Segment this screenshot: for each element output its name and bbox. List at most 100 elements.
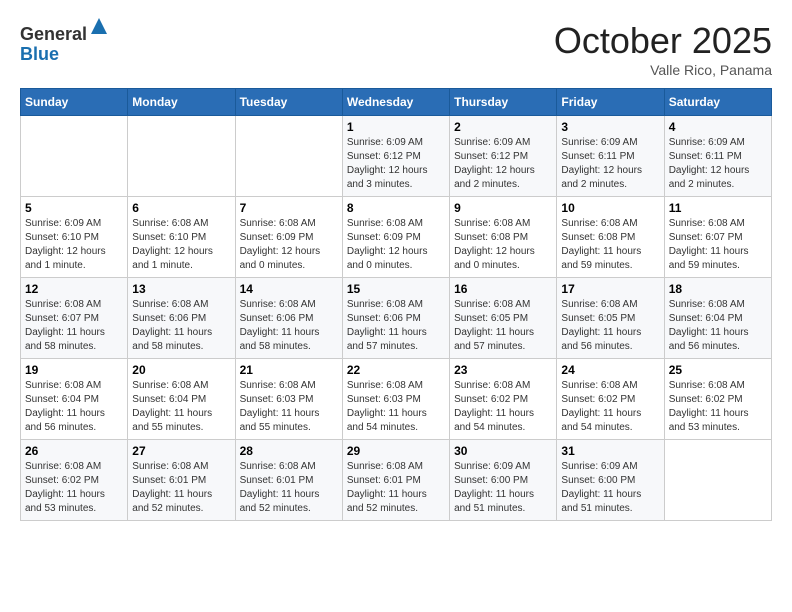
calendar-cell: 28 Sunrise: 6:08 AMSunset: 6:01 PMDayligh… — [235, 440, 342, 521]
day-info: Sunrise: 6:08 AMSunset: 6:09 PMDaylight:… — [347, 217, 445, 273]
calendar-cell: 12 Sunrise: 6:08 AMSunset: 6:07 PMDayligh… — [21, 278, 128, 359]
title-block: October 2025 Valle Rico, Panama — [554, 20, 772, 78]
calendar-cell: 19 Sunrise: 6:08 AMSunset: 6:04 PMDayligh… — [21, 359, 128, 440]
calendar-cell: 24 Sunrise: 6:08 AMSunset: 6:02 PMDayligh… — [557, 359, 664, 440]
day-number: 6 — [132, 201, 230, 215]
day-info: Sunrise: 6:08 AMSunset: 6:04 PMDaylight:… — [669, 298, 767, 354]
calendar-cell: 9Sunrise: 6:08 AMSunset: 6:08 PMDaylight… — [450, 197, 557, 278]
day-info: Sunrise: 6:08 AMSunset: 6:07 PMDaylight:… — [25, 298, 123, 354]
calendar-header-row: SundayMondayTuesdayWednesdayThursdayFrid… — [21, 89, 772, 116]
day-number: 15 — [347, 282, 445, 296]
day-number: 28 — [240, 444, 338, 458]
day-info: Sunrise: 6:08 AMSunset: 6:09 PMDaylight:… — [240, 217, 338, 273]
calendar-cell: 10 Sunrise: 6:08 AMSunset: 6:08 PMDayligh… — [557, 197, 664, 278]
day-info: Sunrise: 6:08 AMSunset: 6:01 PMDaylight:… — [240, 460, 338, 516]
calendar-cell: 20 Sunrise: 6:08 AMSunset: 6:04 PMDayligh… — [128, 359, 235, 440]
day-number: 5 — [25, 201, 123, 215]
calendar-cell: 31 Sunrise: 6:09 AMSunset: 6:00 PMDayligh… — [557, 440, 664, 521]
day-info: Sunrise: 6:08 AMSunset: 6:06 PMDaylight:… — [132, 298, 230, 354]
calendar-cell: 21 Sunrise: 6:08 AMSunset: 6:03 PMDayligh… — [235, 359, 342, 440]
day-info: Sunrise: 6:08 AMSunset: 6:05 PMDaylight:… — [561, 298, 659, 354]
day-number: 19 — [25, 363, 123, 377]
day-info: Sunrise: 6:08 AMSunset: 6:08 PMDaylight:… — [561, 217, 659, 273]
day-info: Sunrise: 6:09 AMSunset: 6:00 PMDaylight:… — [454, 460, 552, 516]
day-header-friday: Friday — [557, 89, 664, 116]
day-number: 2 — [454, 120, 552, 134]
day-info: Sunrise: 6:09 AMSunset: 6:11 PMDaylight:… — [561, 136, 659, 192]
day-number: 23 — [454, 363, 552, 377]
day-number: 8 — [347, 201, 445, 215]
day-header-monday: Monday — [128, 89, 235, 116]
calendar-week-1: 5 Sunrise: 6:09 AMSunset: 6:10 PMDaylight… — [21, 197, 772, 278]
day-number: 30 — [454, 444, 552, 458]
day-info: Sunrise: 6:08 AMSunset: 6:06 PMDaylight:… — [347, 298, 445, 354]
calendar-cell — [128, 116, 235, 197]
page-header: General Blue October 2025 Valle Rico, Pa… — [20, 20, 772, 78]
calendar-cell: 18 Sunrise: 6:08 AMSunset: 6:04 PMDayligh… — [664, 278, 771, 359]
calendar-week-2: 12 Sunrise: 6:08 AMSunset: 6:07 PMDayligh… — [21, 278, 772, 359]
day-info: Sunrise: 6:08 AMSunset: 6:08 PMDaylight:… — [454, 217, 552, 273]
calendar-week-4: 26 Sunrise: 6:08 AMSunset: 6:02 PMDayligh… — [21, 440, 772, 521]
logo: General Blue — [20, 20, 109, 65]
day-info: Sunrise: 6:09 AMSunset: 6:12 PMDaylight:… — [454, 136, 552, 192]
calendar-cell: 6Sunrise: 6:08 AMSunset: 6:10 PMDaylight… — [128, 197, 235, 278]
calendar-cell: 2 Sunrise: 6:09 AMSunset: 6:12 PMDaylight… — [450, 116, 557, 197]
day-header-tuesday: Tuesday — [235, 89, 342, 116]
calendar-cell: 29Sunrise: 6:08 AMSunset: 6:01 PMDayligh… — [342, 440, 449, 521]
day-number: 24 — [561, 363, 659, 377]
calendar-cell: 5 Sunrise: 6:09 AMSunset: 6:10 PMDaylight… — [21, 197, 128, 278]
day-info: Sunrise: 6:09 AMSunset: 6:10 PMDaylight:… — [25, 217, 123, 273]
calendar-table: SundayMondayTuesdayWednesdayThursdayFrid… — [20, 88, 772, 521]
day-info: Sunrise: 6:08 AMSunset: 6:03 PMDaylight:… — [347, 379, 445, 435]
day-info: Sunrise: 6:08 AMSunset: 6:04 PMDaylight:… — [132, 379, 230, 435]
day-info: Sunrise: 6:09 AMSunset: 6:11 PMDaylight:… — [669, 136, 767, 192]
calendar-cell: 22 Sunrise: 6:08 AMSunset: 6:03 PMDayligh… — [342, 359, 449, 440]
day-number: 26 — [25, 444, 123, 458]
day-number: 4 — [669, 120, 767, 134]
calendar-cell: 26 Sunrise: 6:08 AMSunset: 6:02 PMDayligh… — [21, 440, 128, 521]
location-subtitle: Valle Rico, Panama — [554, 62, 772, 78]
day-header-saturday: Saturday — [664, 89, 771, 116]
day-info: Sunrise: 6:08 AMSunset: 6:06 PMDaylight:… — [240, 298, 338, 354]
day-number: 7 — [240, 201, 338, 215]
day-number: 10 — [561, 201, 659, 215]
day-info: Sunrise: 6:08 AMSunset: 6:02 PMDaylight:… — [454, 379, 552, 435]
calendar-cell: 25 Sunrise: 6:08 AMSunset: 6:02 PMDayligh… — [664, 359, 771, 440]
day-info: Sunrise: 6:08 AMSunset: 6:04 PMDaylight:… — [25, 379, 123, 435]
day-number: 22 — [347, 363, 445, 377]
day-number: 18 — [669, 282, 767, 296]
day-info: Sunrise: 6:08 AMSunset: 6:02 PMDaylight:… — [561, 379, 659, 435]
calendar-week-3: 19 Sunrise: 6:08 AMSunset: 6:04 PMDayligh… — [21, 359, 772, 440]
calendar-cell: 16Sunrise: 6:08 AMSunset: 6:05 PMDayligh… — [450, 278, 557, 359]
day-info: Sunrise: 6:08 AMSunset: 6:02 PMDaylight:… — [669, 379, 767, 435]
day-number: 16 — [454, 282, 552, 296]
logo-blue: Blue — [20, 44, 59, 64]
calendar-cell: 13 Sunrise: 6:08 AMSunset: 6:06 PMDayligh… — [128, 278, 235, 359]
day-header-wednesday: Wednesday — [342, 89, 449, 116]
calendar-cell — [21, 116, 128, 197]
day-info: Sunrise: 6:08 AMSunset: 6:02 PMDaylight:… — [25, 460, 123, 516]
day-number: 21 — [240, 363, 338, 377]
day-info: Sunrise: 6:09 AMSunset: 6:00 PMDaylight:… — [561, 460, 659, 516]
day-number: 13 — [132, 282, 230, 296]
calendar-cell: 8 Sunrise: 6:08 AMSunset: 6:09 PMDaylight… — [342, 197, 449, 278]
day-header-sunday: Sunday — [21, 89, 128, 116]
calendar-cell: 14Sunrise: 6:08 AMSunset: 6:06 PMDayligh… — [235, 278, 342, 359]
day-number: 27 — [132, 444, 230, 458]
calendar-cell: 17Sunrise: 6:08 AMSunset: 6:05 PMDayligh… — [557, 278, 664, 359]
day-info: Sunrise: 6:08 AMSunset: 6:03 PMDaylight:… — [240, 379, 338, 435]
month-title: October 2025 — [554, 20, 772, 62]
calendar-cell: 27Sunrise: 6:08 AMSunset: 6:01 PMDayligh… — [128, 440, 235, 521]
calendar-body: 1Sunrise: 6:09 AMSunset: 6:12 PMDaylight… — [21, 116, 772, 521]
logo-icon — [89, 16, 109, 36]
day-number: 12 — [25, 282, 123, 296]
day-header-thursday: Thursday — [450, 89, 557, 116]
day-number: 20 — [132, 363, 230, 377]
day-number: 25 — [669, 363, 767, 377]
logo-general: General — [20, 24, 87, 44]
calendar-cell: 11Sunrise: 6:08 AMSunset: 6:07 PMDayligh… — [664, 197, 771, 278]
calendar-cell: 30 Sunrise: 6:09 AMSunset: 6:00 PMDayligh… — [450, 440, 557, 521]
day-number: 31 — [561, 444, 659, 458]
day-number: 29 — [347, 444, 445, 458]
day-number: 3 — [561, 120, 659, 134]
